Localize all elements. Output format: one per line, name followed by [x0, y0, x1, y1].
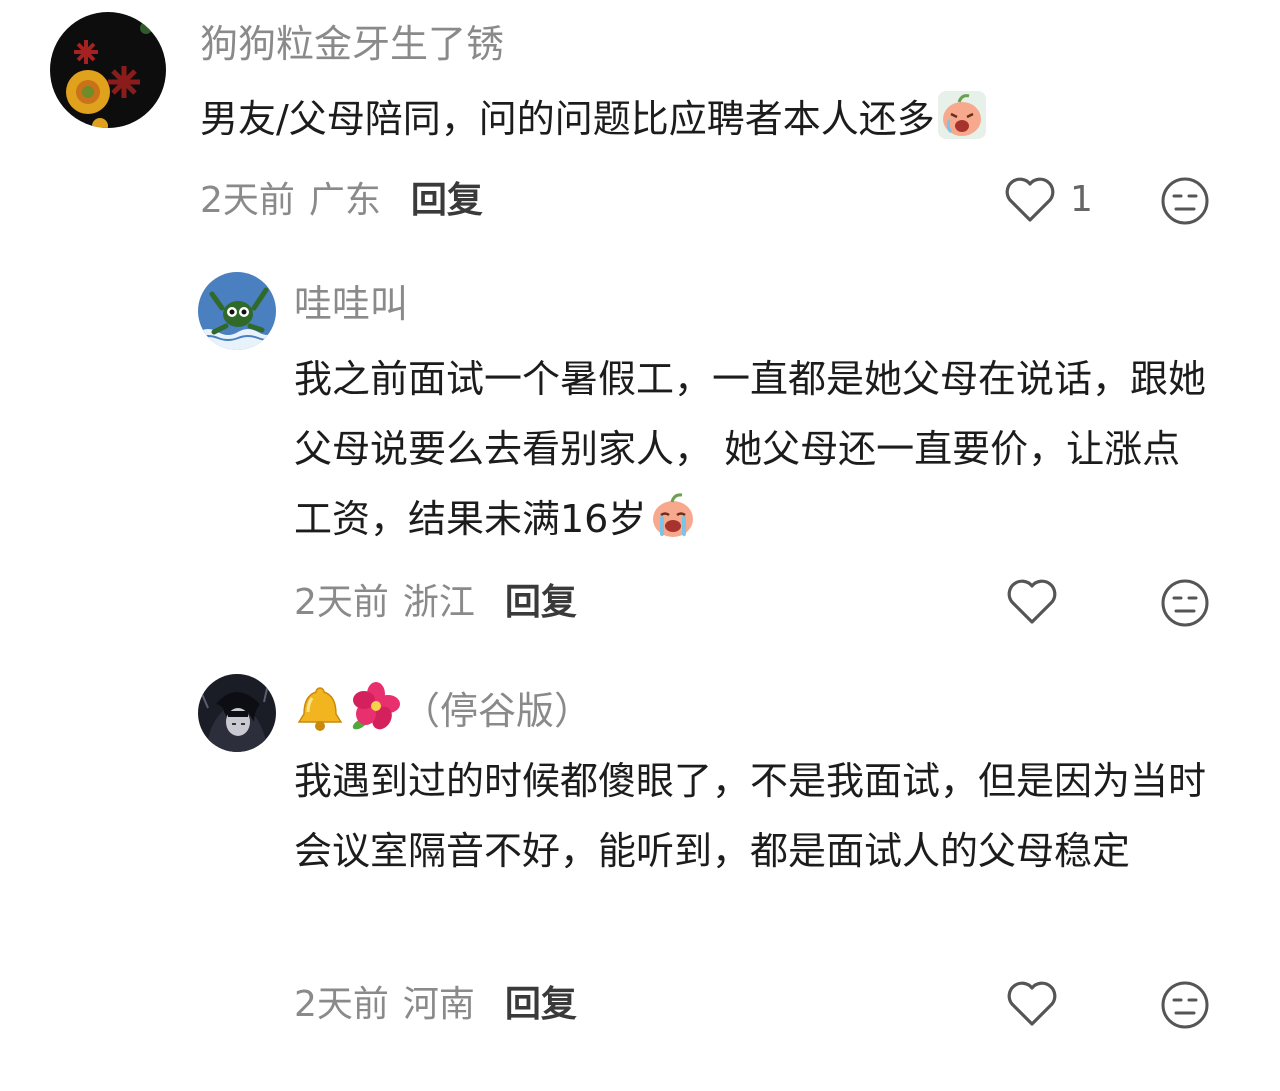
comment-text: 我之前面试一个暑假工，一直都是她父母在说话，跟她父母说要么去看别家人， 她父母还…: [294, 344, 1214, 554]
like-button[interactable]: [1006, 980, 1072, 1028]
meh-face-icon: [1161, 579, 1209, 627]
location: 河南: [402, 984, 475, 1025]
heart-icon: [1007, 579, 1057, 624]
location: 广东: [308, 180, 381, 221]
comment-meta: 2天前 河南 回复: [294, 982, 577, 1028]
red-flower-avatar-icon: [50, 12, 166, 128]
location: 浙江: [402, 582, 475, 623]
comment-meta: 2天前 浙江 回复: [294, 580, 577, 626]
dislike-button[interactable]: [1160, 578, 1210, 628]
avatar[interactable]: [198, 674, 276, 752]
reply-button[interactable]: 回复: [505, 582, 577, 623]
timestamp: 2天前: [294, 984, 389, 1025]
comment-text-body: 我遇到过的时候都傻眼了，不是我面试，但是因为当时会议室隔音不好，能听到，都是面试…: [294, 759, 1207, 873]
meh-face-icon: [1161, 981, 1209, 1029]
sobbing-peach-emoji-icon: [648, 490, 698, 540]
username[interactable]: （停谷版）: [294, 682, 592, 735]
avatar[interactable]: [198, 272, 276, 350]
crying-peach-emoji-icon: [937, 90, 987, 140]
timestamp: 2天前: [200, 180, 295, 221]
comment-text-body: 我之前面试一个暑假工，一直都是她父母在说话，跟她父母说要么去看别家人， 她父母还…: [294, 357, 1207, 541]
dislike-button[interactable]: [1160, 980, 1210, 1030]
comment-text-body: 男友/父母陪同，问的问题比应聘者本人还多: [200, 97, 935, 141]
hibiscus-emoji-icon: [348, 682, 400, 734]
dislike-button[interactable]: [1160, 176, 1210, 226]
like-button[interactable]: [1006, 578, 1072, 626]
heart-icon: [1007, 981, 1057, 1026]
reply-button[interactable]: 回复: [411, 180, 483, 221]
dark-anime-avatar-icon: [198, 674, 276, 752]
username-text: （停谷版）: [402, 689, 593, 733]
timestamp: 2天前: [294, 582, 389, 623]
reply-button[interactable]: 回复: [505, 984, 577, 1025]
meh-face-icon: [1161, 177, 1209, 225]
username[interactable]: 哇哇叫: [294, 280, 408, 328]
frog-avatar-icon: [198, 272, 276, 350]
username[interactable]: 狗狗粒金牙生了锈: [200, 20, 504, 68]
comment-text: 男友/父母陪同，问的问题比应聘者本人还多: [200, 84, 1200, 154]
like-count: 1: [1070, 179, 1093, 220]
bell-emoji-icon: [294, 682, 346, 734]
comment-meta: 2天前 广东 回复: [200, 178, 483, 224]
like-button[interactable]: 1: [1004, 176, 1093, 224]
comment-text: 我遇到过的时候都傻眼了，不是我面试，但是因为当时会议室隔音不好，能听到，都是面试…: [294, 746, 1214, 886]
heart-icon: [1005, 177, 1055, 222]
avatar[interactable]: [50, 12, 166, 128]
